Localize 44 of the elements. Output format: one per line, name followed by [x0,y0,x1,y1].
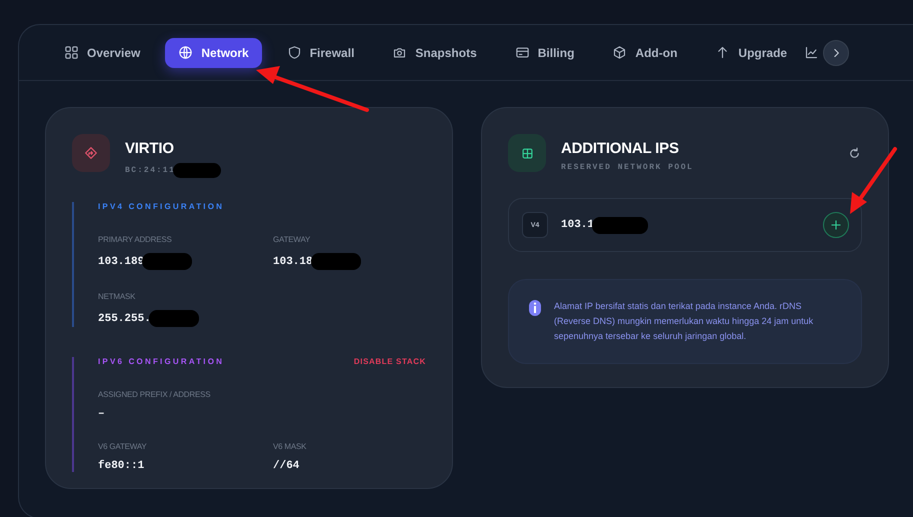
ip-address: 103.1 [561,219,594,231]
field-value: fe80::1 [98,460,144,472]
nav-tab[interactable]: Network [165,38,262,68]
field-label: NETMASK [98,292,136,301]
disable-stack-link[interactable]: DISABLE STACK [354,357,426,366]
section-heading: IPV6 CONFIGURATION [98,357,224,366]
nav-tab[interactable]: Billing [502,38,588,68]
nav-tab[interactable]: Add-on [599,38,690,68]
shield-icon [286,45,302,60]
nav-tab[interactable]: Upgrade [702,38,800,68]
field-label: GATEWAY [273,235,312,244]
diamond-arrow-icon [83,145,99,161]
field-value: – [98,408,105,420]
plus-icon [829,218,843,232]
annotation-arrow [850,147,897,214]
info-icon [529,300,541,316]
field-label: PRIMARY ADDRESS [98,235,173,244]
field-label: V6 GATEWAY [98,442,148,451]
cube-icon [612,45,628,60]
refresh-icon [847,146,862,161]
refresh-button[interactable] [847,146,862,161]
card-icon [514,45,530,60]
card-subtitle: RESERVED NETWORK POOL [561,163,694,172]
card-title: ADDITIONAL IPS [561,140,680,157]
nav-tab[interactable]: Snapshots [379,38,490,68]
nav-tab[interactable]: Firewall [274,38,368,68]
grid-icon [520,146,534,160]
field-label: V6 MASK [273,442,308,451]
globe-icon [178,45,194,60]
field-label: ASSIGNED PREFIX / ADDRESS [98,390,212,399]
field-value: 103.18 [273,256,313,268]
field-value: 103.189 [98,256,144,268]
mac-address: BC:24:11 [125,166,176,175]
chart-icon [804,45,820,60]
nav-tab[interactable]: Overview [51,38,154,68]
field-value: 255.255. [98,312,151,324]
add-button[interactable] [823,212,849,238]
interface-title: VIRTIO [125,140,175,157]
field-value: //64 [273,460,300,472]
grid-icon [64,45,79,60]
camera-icon [392,45,408,60]
next-button[interactable] [823,40,850,66]
section-heading: IPV4 CONFIGURATION [98,202,224,211]
info-text: Alamat IP bersifat statis dan terikat pada instance Anda. rDNS (Reverse DNS) mungkin memerlukan waktu hingga 24 jam untuk sepenuhnya tersebar ke seluruh jaringan global. [554,300,814,343]
